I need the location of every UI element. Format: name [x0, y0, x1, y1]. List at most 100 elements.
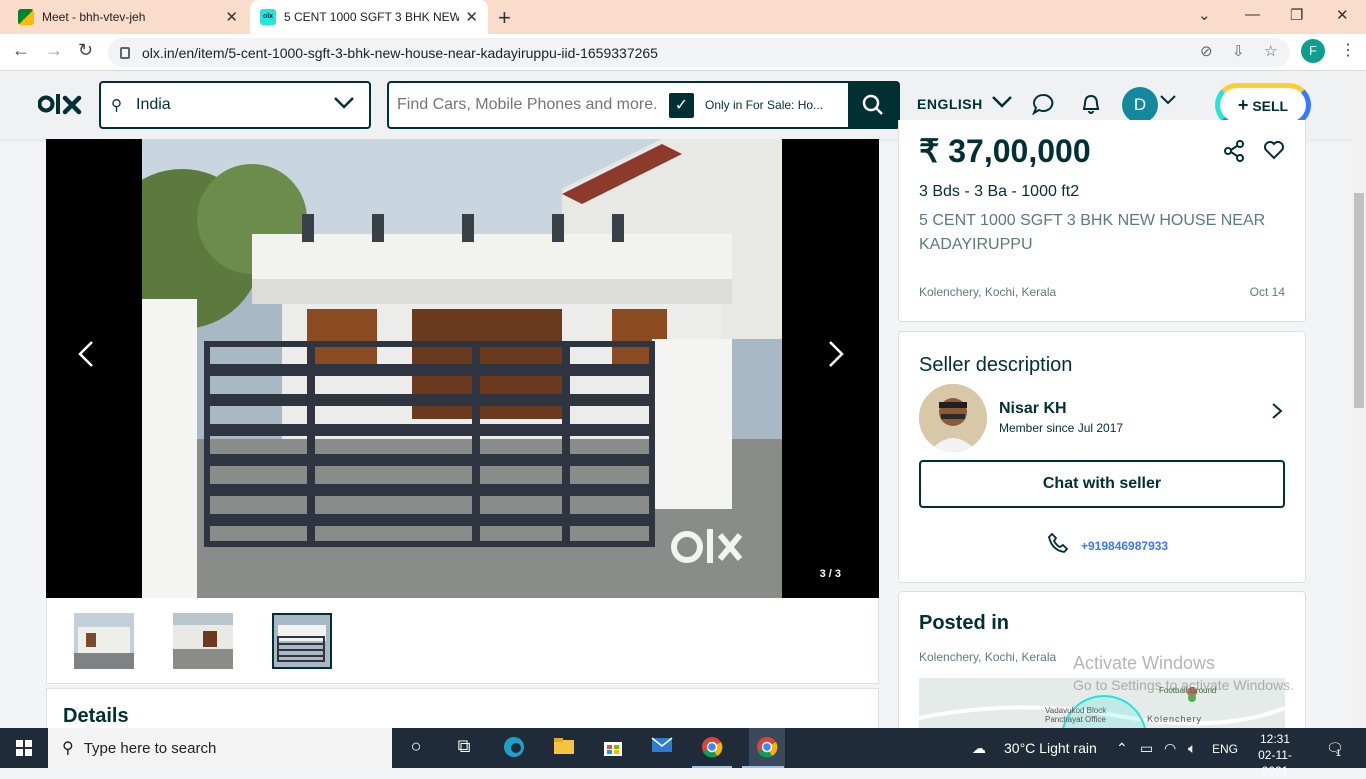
listing-title: 5 CENT 1000 SGFT 3 BHK NEW HOUSE NEAR KA… [919, 212, 1266, 253]
search-icon [862, 94, 883, 115]
share-icon[interactable] [1223, 140, 1245, 168]
forward-icon[interactable]: → [45, 40, 63, 61]
install-icon[interactable]: ⇩ [1232, 42, 1245, 60]
search-icon: ⚲ [111, 97, 122, 114]
seller-phone-link[interactable]: +919846987933 [1047, 532, 1168, 560]
search-input[interactable] [397, 93, 663, 117]
google-meet-icon [18, 9, 34, 25]
weather-cloud-icon[interactable]: ☁ [972, 740, 986, 757]
blocked-icon[interactable]: ⊘ [1200, 42, 1213, 60]
input-language[interactable]: ENG [1212, 742, 1238, 756]
chat-with-seller-button[interactable]: Chat with seller [919, 460, 1285, 508]
posted-in-location: Kolenchery, Kochi, Kerala [919, 650, 1057, 664]
listing-price: ₹ 37,00,000 [919, 133, 1091, 169]
edge-icon[interactable] [502, 736, 526, 760]
url-field[interactable]: olx.in/en/item/5-cent-1000-sgft-3-bhk-ne… [108, 38, 1290, 67]
weather-text[interactable]: 30°C Light rain [1004, 740, 1097, 756]
listing-specs: 3 Bds - 3 Ba - 1000 ft2 [919, 183, 1080, 200]
file-explorer-icon[interactable] [552, 736, 576, 760]
thumbnail-1[interactable] [74, 613, 134, 669]
reload-icon[interactable]: ↻ [78, 40, 93, 61]
posted-in-heading: Posted in [919, 612, 1010, 634]
address-bar: ← → ↻ olx.in/en/item/5-cent-1000-sgft-3-… [0, 34, 1366, 71]
seller-name[interactable]: Nisar KH [999, 400, 1067, 418]
browser-tab-bar: Meet - bhh-vtev-jeh ✕ olx 5 CENT 1000 SG… [0, 0, 1366, 34]
close-tab-icon[interactable]: ✕ [225, 8, 238, 26]
seller-member-since: Member since Jul 2017 [999, 421, 1124, 435]
search-button[interactable] [848, 83, 898, 127]
notification-bell-icon[interactable] [1080, 93, 1102, 121]
volume-icon[interactable]: 🔈︎ [1188, 740, 1196, 757]
new-tab-button[interactable]: + [498, 5, 511, 31]
language-selector[interactable]: ENGLISH [917, 95, 1013, 112]
browser-profile-avatar[interactable]: F [1301, 39, 1325, 63]
seller-heading: Seller description [919, 354, 1073, 376]
thumbnail-2[interactable] [173, 613, 233, 669]
olx-icon: olx [260, 9, 276, 25]
tab-title: Meet - bhh-vtev-jeh [42, 10, 146, 24]
chat-icon[interactable] [1031, 93, 1054, 121]
battery-icon[interactable]: ▭ [1140, 740, 1153, 757]
task-view-icon[interactable]: ⧉ [452, 736, 476, 760]
chevron-right-icon[interactable] [1271, 402, 1283, 426]
house-photo-illustration [142, 139, 782, 598]
chevron-down-icon[interactable] [1159, 93, 1177, 110]
seller-avatar[interactable] [919, 384, 987, 452]
tab-meet[interactable]: Meet - bhh-vtev-jeh ✕ [8, 0, 248, 34]
plus-icon: + [1237, 95, 1249, 115]
windows-logo-icon [16, 740, 32, 756]
seller-card: Seller description Nisar KH Member since… [898, 331, 1306, 583]
phone-icon [1047, 532, 1069, 560]
mail-icon[interactable] [650, 736, 674, 760]
bookmark-star-icon[interactable]: ☆ [1264, 42, 1277, 60]
minimize-button[interactable]: — [1245, 6, 1260, 23]
listing-photo[interactable] [142, 139, 782, 598]
taskbar-search-placeholder: Type here to search [83, 739, 217, 757]
notifications-icon[interactable]: 🗨︎ [1326, 740, 1344, 757]
notification-count: 1 [1336, 748, 1342, 758]
location-selector[interactable]: ⚲ India [99, 81, 371, 129]
close-window-button[interactable]: ✕ [1336, 6, 1349, 24]
browser-menu-icon[interactable]: ⋮ [1340, 40, 1356, 60]
location-value: India [136, 96, 171, 113]
page-scrollbar[interactable] [1352, 71, 1366, 728]
tab-search-icon[interactable]: ⌄ [1198, 6, 1211, 24]
store-icon[interactable] [601, 736, 625, 760]
thumbnail-strip [46, 598, 879, 684]
search-icon: ⚲ [62, 740, 74, 757]
start-button[interactable] [0, 728, 48, 768]
clock-time: 12:31 [1259, 732, 1291, 746]
image-gallery: 3 / 3 [46, 139, 879, 598]
windows-activation-text: Go to Settings to activate Windows. [1073, 677, 1294, 693]
chevron-down-icon [333, 93, 355, 116]
chevron-down-icon [992, 96, 1013, 108]
thumbnail-3[interactable] [272, 613, 332, 669]
user-avatar[interactable]: D [1122, 87, 1158, 123]
taskbar-search[interactable]: ⚲ Type here to search [48, 728, 392, 768]
seller-phone: +919846987933 [1081, 539, 1169, 553]
favorite-heart-icon[interactable] [1263, 140, 1285, 166]
previous-image-button[interactable] [76, 339, 96, 377]
image-counter: 3 / 3 [819, 568, 841, 580]
system-clock[interactable]: 12:31 02-11-2021 [1247, 731, 1303, 779]
tab-title: 5 CENT 1000 SGFT 3 BHK NEW H [284, 10, 460, 24]
tab-olx-listing[interactable]: olx 5 CENT 1000 SGFT 3 BHK NEW H ✕ [250, 0, 488, 34]
close-tab-icon[interactable]: ✕ [465, 8, 478, 26]
listing-location: Kolenchery, Kochi, Kerala [919, 285, 1057, 299]
olx-logo[interactable] [37, 91, 82, 124]
back-icon[interactable]: ← [12, 40, 30, 61]
language-label: ENGLISH [917, 96, 983, 112]
wifi-icon[interactable]: ◠ [1164, 740, 1176, 757]
scrollbar-thumb[interactable] [1354, 193, 1364, 408]
olx-logo-icon [37, 94, 82, 115]
cortana-icon[interactable]: ○ [404, 736, 428, 760]
maximize-button[interactable]: ❐ [1290, 6, 1303, 24]
map-label-kolenchery: Kolenchery [1147, 714, 1203, 724]
category-filter-label: Only in For Sale: Ho... [705, 98, 824, 112]
next-image-button[interactable] [826, 339, 846, 377]
category-filter-checkbox[interactable]: ✓ [669, 93, 694, 118]
tray-expand-icon[interactable]: ⌃ [1116, 740, 1128, 757]
chrome-icon[interactable] [700, 736, 724, 760]
chrome-profile-icon[interactable] [749, 728, 785, 768]
sell-label: SELL [1252, 98, 1289, 114]
